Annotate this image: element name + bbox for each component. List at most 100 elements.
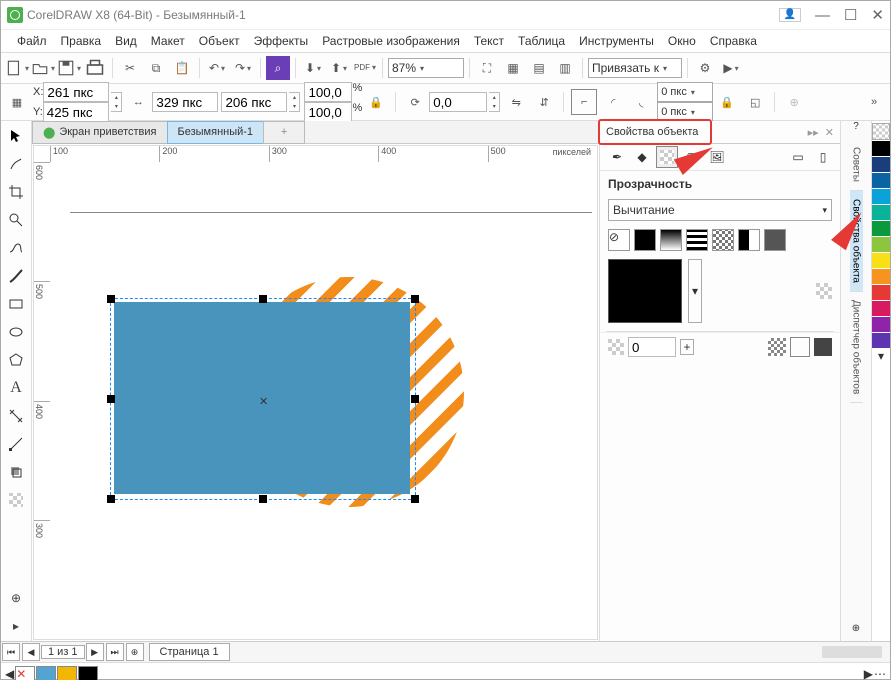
options-button[interactable]: ⚙ — [693, 56, 717, 80]
transparency-tab-icon[interactable] — [656, 146, 678, 168]
page-last[interactable]: ⏭ — [106, 643, 124, 661]
trans-texture[interactable] — [764, 229, 786, 251]
trans-vector[interactable] — [686, 229, 708, 251]
save-button[interactable] — [57, 56, 81, 80]
page-next[interactable]: ▶ — [86, 643, 104, 661]
mirror-h-button[interactable]: ⇋ — [504, 90, 528, 114]
menu-edit[interactable]: Правка — [55, 32, 108, 50]
eyedropper-tool[interactable]: ⊕ — [5, 587, 27, 609]
fullscreen-button[interactable]: ⛶ — [475, 56, 499, 80]
palette-prev[interactable]: ◀ — [5, 667, 14, 680]
target-outline[interactable] — [790, 337, 810, 357]
undo-button[interactable]: ↶ — [205, 56, 229, 80]
add-more-button[interactable]: ⊕ — [782, 90, 806, 114]
print-button[interactable] — [83, 56, 107, 80]
transparency-picker-drop[interactable]: ▾ — [688, 259, 702, 323]
drop-shadow-tool[interactable] — [5, 461, 27, 483]
copy-button[interactable]: ⧉ — [144, 56, 168, 80]
page-add[interactable]: ⊕ — [126, 643, 144, 661]
menu-object[interactable]: Объект — [193, 32, 246, 50]
freehand-tool[interactable] — [5, 237, 27, 259]
tab-welcome[interactable]: ⬤Экран приветствия — [32, 121, 168, 144]
redo-button[interactable]: ↷ — [231, 56, 255, 80]
y-input[interactable] — [43, 102, 109, 122]
open-button[interactable] — [31, 56, 55, 80]
trans-none[interactable]: ⊘ — [608, 229, 630, 251]
close-button[interactable]: ✕ — [871, 8, 884, 23]
merge-mode-combo[interactable]: Вычитание — [608, 199, 832, 221]
menu-bitmaps[interactable]: Растровые изображения — [316, 32, 466, 50]
search-content-button[interactable]: ⌕ — [266, 56, 290, 80]
opacity-input[interactable] — [628, 337, 676, 357]
vtab-hints[interactable]: Советы — [850, 139, 863, 191]
corner-round-3[interactable]: ◟ — [629, 90, 653, 114]
trans-bitmap[interactable] — [712, 229, 734, 251]
palette-none[interactable]: ✕ — [15, 666, 35, 680]
dock-layout-1[interactable]: ▭ — [787, 146, 809, 168]
palette-more[interactable]: ⋯ — [874, 667, 886, 680]
menu-view[interactable]: Вид — [109, 32, 143, 50]
corner-x-combo[interactable]: 0 пкс — [657, 82, 713, 102]
canvas[interactable]: 100200300400500 пикселей 600500400300 ✕ — [33, 145, 598, 640]
corner-y-combo[interactable]: 0 пкс — [657, 102, 713, 122]
mirror-v-button[interactable]: ⇵ — [532, 90, 556, 114]
new-doc-button[interactable] — [5, 56, 29, 80]
corner-round-1[interactable]: ⌐ — [571, 89, 597, 115]
tab-new[interactable]: + — [263, 121, 305, 144]
launch-button[interactable]: ▶ — [719, 56, 743, 80]
opacity-stepper[interactable]: + — [680, 339, 694, 355]
corner-round-2[interactable]: ◜ — [601, 90, 625, 114]
outline-tab-icon[interactable]: ✒ — [606, 146, 628, 168]
object-origin-icon[interactable]: ▦ — [5, 90, 29, 114]
overflow-button[interactable]: » — [862, 90, 886, 114]
show-rulers-button[interactable]: ▦ — [501, 56, 525, 80]
height-input[interactable] — [221, 92, 287, 112]
lock-corners[interactable]: 🔒 — [715, 90, 739, 114]
scaley-input[interactable] — [304, 102, 352, 122]
x-input[interactable] — [43, 82, 109, 102]
page-tab-1[interactable]: Страница 1 — [149, 643, 230, 661]
menu-window[interactable]: Окно — [662, 32, 702, 50]
expand-toolbox[interactable]: ▸ — [5, 615, 27, 637]
menu-tools[interactable]: Инструменты — [573, 32, 660, 50]
menu-table[interactable]: Таблица — [512, 32, 571, 50]
palette-c3[interactable] — [78, 666, 98, 680]
artistic-media-tool[interactable] — [5, 265, 27, 287]
dock-layout-2[interactable]: ▯ — [812, 146, 834, 168]
transparency-tool[interactable] — [5, 489, 27, 511]
h-scrollbar[interactable] — [822, 646, 882, 658]
page-first[interactable]: ⏮ — [2, 643, 20, 661]
trans-two-color[interactable] — [738, 229, 760, 251]
menu-help[interactable]: Справка — [704, 32, 763, 50]
zoom-combo[interactable]: 87% — [388, 58, 464, 78]
user-icon[interactable]: 👤 — [779, 8, 801, 22]
menu-file[interactable]: Файл — [11, 32, 53, 50]
snap-combo[interactable]: Привязать к — [588, 58, 682, 78]
zoom-tool[interactable] — [5, 209, 27, 231]
menu-effects[interactable]: Эффекты — [248, 32, 315, 50]
rectangle-tool[interactable] — [5, 293, 27, 315]
connector-tool[interactable] — [5, 433, 27, 455]
tab-document[interactable]: Безымянный-1 — [167, 121, 265, 144]
palette-c2[interactable] — [57, 666, 77, 680]
export-button[interactable]: ⬆ — [327, 56, 351, 80]
menu-text[interactable]: Текст — [468, 32, 510, 50]
color-palette-vertical[interactable]: ▾ — [871, 121, 890, 641]
lock-ratio-icon[interactable]: 🔒 — [364, 90, 388, 114]
target-all[interactable] — [814, 338, 832, 356]
fill-tab-icon[interactable]: ◆ — [631, 146, 653, 168]
minimize-button[interactable]: — — [815, 8, 830, 23]
target-fill[interactable] — [768, 338, 786, 356]
maximize-button[interactable]: ☐ — [844, 8, 857, 23]
palette-c1[interactable] — [36, 666, 56, 680]
cut-button[interactable]: ✂ — [118, 56, 142, 80]
relative-corner-button[interactable]: ◱ — [743, 90, 767, 114]
publish-pdf-button[interactable]: PDF — [353, 56, 377, 80]
vtab-object-manager[interactable]: Диспетчер объектов — [850, 292, 863, 403]
trans-uniform[interactable] — [634, 229, 656, 251]
trans-fountain[interactable] — [660, 229, 682, 251]
crop-tool[interactable] — [5, 181, 27, 203]
menu-layout[interactable]: Макет — [145, 32, 191, 50]
ellipse-tool[interactable] — [5, 321, 27, 343]
page-prev[interactable]: ◀ — [22, 643, 40, 661]
